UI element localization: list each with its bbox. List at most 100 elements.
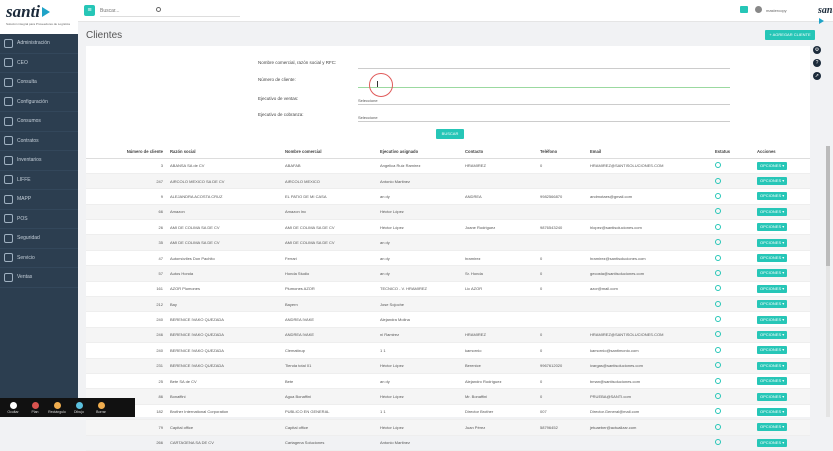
options-button[interactable]: OPCIONES ▾ [757,254,788,263]
column-header[interactable]: Contacto [461,146,536,159]
column-header[interactable]: Estatus [711,146,753,159]
table-row: 25 Bete SA de CV Bete an dy Alejandro Rodríg… [86,373,810,390]
recorder-tool[interactable]: Dibujo [68,401,90,414]
table-cell: Amazon [166,204,281,221]
table-cell: 3 [86,158,166,174]
actions-cell: OPCIONES ▾ [753,204,810,221]
scroll-thumb[interactable] [826,146,830,266]
table-cell [461,296,536,313]
table-cell: ANDREA IVAKE [281,311,376,328]
options-button[interactable]: OPCIONES ▾ [757,315,788,324]
actions-cell: OPCIONES ▾ [753,173,810,190]
recorder-tool[interactable]: Rectángulo [46,401,68,414]
recorder-tool[interactable]: Plan [24,401,46,414]
sidebar-item[interactable]: Administración [0,34,78,54]
search-input[interactable] [100,5,240,17]
filter-collections-select[interactable]: Seleccione [358,115,378,120]
sidebar-item[interactable]: Configuración [0,93,78,112]
filter-collections-label: Ejecutivo de cobranza: [258,112,304,117]
actions-cell: OPCIONES ▾ [753,250,810,267]
options-button[interactable]: OPCIONES ▾ [757,423,788,432]
table-row: 182 Brother International Corporation PUBL… [86,404,810,421]
message-icon[interactable] [740,6,748,13]
table-cell: Lic AZOR [461,281,536,298]
sidebar-item[interactable]: LIFFE [0,171,78,190]
sidebar-item[interactable]: Servicio [0,249,78,268]
options-button[interactable]: OPCIONES ▾ [757,361,788,370]
options-button[interactable]: OPCIONES ▾ [757,177,788,186]
filter-number-input[interactable] [358,87,730,88]
sidebar-item[interactable]: MAPP [0,190,78,210]
table-cell: HRAMIREZ@SANTISOLUCIONES.COM [586,158,711,174]
table-cell [536,204,586,221]
filter-sales-select[interactable]: Seleccione [358,98,378,103]
table-cell: 66 [86,204,166,221]
options-button[interactable]: OPCIONES ▾ [757,300,788,309]
table-cell: PRUEBA@SANTI.com [586,388,711,405]
sidebar-item[interactable]: POS [0,210,78,229]
options-button[interactable]: OPCIONES ▾ [757,407,788,416]
options-button[interactable]: OPCIONES ▾ [757,377,788,386]
recorder-tool[interactable]: Borrar [90,401,112,414]
sidebar-item[interactable]: Consumos [0,112,78,132]
help-icon[interactable]: ? [813,59,821,67]
actions-cell: OPCIONES ▾ [753,373,810,390]
table-cell: Berenice [461,358,536,374]
rocket-icon[interactable]: ➚ [813,72,821,80]
table-cell [536,234,586,251]
options-button[interactable]: OPCIONES ▾ [757,161,788,170]
actions-cell: OPCIONES ▾ [753,234,810,251]
options-button[interactable]: OPCIONES ▾ [757,284,788,293]
table-cell: 0 [536,281,586,298]
column-header[interactable]: Número de cliente [86,146,166,159]
options-button[interactable]: OPCIONES ▾ [757,269,788,278]
status-check-icon [715,439,721,446]
sidebar-item[interactable]: Seguridad [0,229,78,249]
sidebar-item[interactable]: CEO [0,54,78,73]
options-button[interactable]: OPCIONES ▾ [757,392,788,401]
username[interactable]: mastercopy [766,8,787,13]
click-indicator [369,73,393,97]
app-logo[interactable]: santi Solución integral para Proveedores… [0,0,78,34]
status-check-icon [715,162,721,169]
search-button[interactable]: BUSCAR [436,129,464,139]
table-scrollbar[interactable] [826,146,830,417]
table-cell: Héctor López [376,358,461,374]
actions-cell: OPCIONES ▾ [753,265,810,282]
column-header[interactable]: Teléfono [536,146,586,159]
sidebar-item[interactable]: Inventarios [0,151,78,171]
table-cell: 0 [536,265,586,282]
recorder-tool[interactable]: Ocultar [2,401,24,414]
options-button[interactable]: OPCIONES ▾ [757,346,788,355]
user-icon[interactable] [755,6,762,13]
add-client-button[interactable]: + AGREGAR CLIENTE [765,30,815,40]
table-cell: 0 [536,388,586,405]
column-header[interactable]: Email [586,146,711,159]
sidebar-item[interactable]: Consulta [0,73,78,93]
menu-toggle-button[interactable]: ≡ [84,5,95,16]
options-button[interactable]: OPCIONES ▾ [757,438,788,447]
status-cell [711,281,753,298]
column-header[interactable]: Ejecutivo asignado [376,146,461,159]
status-cell [711,358,753,374]
column-header[interactable]: Nombre comercial [281,146,376,159]
sidebar-item[interactable]: Ventas [0,268,78,288]
settings-icon[interactable]: ⚙ [813,46,821,54]
status-cell [711,250,753,267]
column-header[interactable]: Acciones [753,146,810,159]
sidebar-item-label: Servicio [17,254,35,261]
options-button[interactable]: OPCIONES ▾ [757,207,788,216]
options-button[interactable]: OPCIONES ▾ [757,223,788,232]
options-button[interactable]: OPCIONES ▾ [757,192,788,201]
table-cell [461,173,536,190]
options-button[interactable]: OPCIONES ▾ [757,238,788,247]
options-button[interactable]: OPCIONES ▾ [757,330,788,339]
table-row: 246 BERENICE IVAKO QUEZADA ANDREA IVAKE ni … [86,327,810,344]
search-icon[interactable] [156,7,161,12]
sidebar-item[interactable]: Contratos [0,132,78,151]
sidebar-item-label: Ventas [17,274,33,281]
table-cell: Ferrari [281,250,376,267]
sidebar-menu: Administración CEO Consulta Configuración Co… [0,34,78,288]
filter-name-input[interactable] [358,68,730,69]
column-header[interactable]: Razón social [166,146,281,159]
